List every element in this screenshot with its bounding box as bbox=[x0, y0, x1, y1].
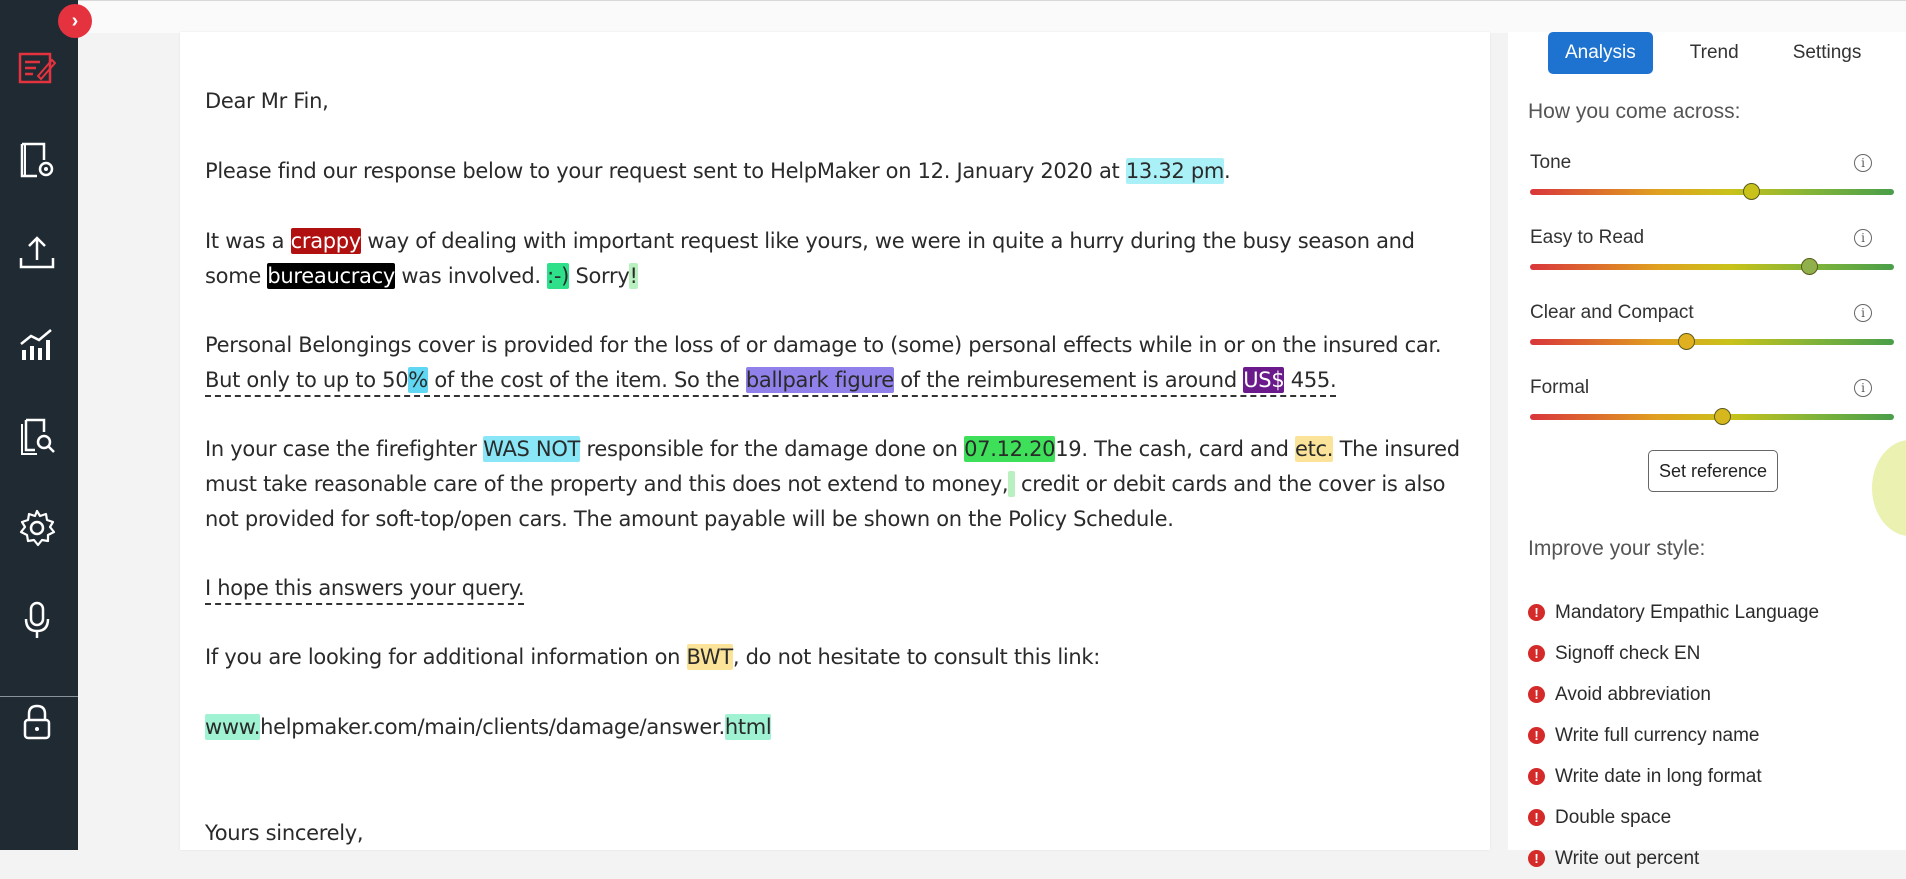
alert-icon: ! bbox=[1528, 604, 1545, 621]
greeting: Dear Mr Fin, bbox=[205, 89, 329, 113]
issue-item[interactable]: ! Double space bbox=[1528, 797, 1819, 838]
underlined-sentence[interactable]: But only to up to 50% of the cost of the… bbox=[205, 367, 1337, 397]
tab-analysis[interactable]: Analysis bbox=[1548, 32, 1653, 74]
metric-label: Tone bbox=[1530, 152, 1572, 173]
highlight-percent[interactable]: % bbox=[408, 367, 428, 393]
highlight-currency[interactable]: US$ bbox=[1243, 367, 1285, 393]
editor-icon[interactable] bbox=[15, 46, 59, 90]
metric-easy-to-read: Easy to Read i bbox=[1530, 227, 1900, 275]
tab-settings[interactable]: Settings bbox=[1776, 32, 1879, 74]
analytics-icon[interactable] bbox=[15, 322, 59, 366]
issue-item[interactable]: ! Mandatory Empathic Language bbox=[1528, 592, 1819, 633]
issue-item[interactable]: ! Write out percent bbox=[1528, 838, 1819, 879]
document-settings-icon[interactable] bbox=[15, 138, 59, 182]
metric-track bbox=[1530, 339, 1894, 345]
paragraph-1: Please find our response below to your r… bbox=[205, 158, 1231, 184]
paragraph-2: It was a crappy way of dealing with impo… bbox=[205, 228, 1415, 289]
collapse-sidebar-button[interactable]: › bbox=[58, 4, 92, 38]
rail-separator bbox=[0, 696, 78, 697]
tab-trend[interactable]: Trend bbox=[1673, 32, 1756, 74]
set-reference-button[interactable]: Set reference bbox=[1648, 450, 1778, 492]
highlight-www[interactable]: www. bbox=[205, 714, 260, 740]
lock-icon[interactable] bbox=[15, 700, 59, 744]
style-issues-list: ! Mandatory Empathic Language ! Signoff ch… bbox=[1528, 592, 1819, 879]
issue-item[interactable]: ! Signoff check EN bbox=[1528, 633, 1819, 674]
highlight-ballpark[interactable]: ballpark figure bbox=[745, 367, 894, 393]
metric-label: Formal bbox=[1530, 377, 1590, 398]
alert-icon: ! bbox=[1528, 727, 1545, 744]
metric-track bbox=[1530, 264, 1894, 270]
highlight-abbreviation[interactable]: BWT bbox=[686, 644, 733, 670]
alert-icon: ! bbox=[1528, 686, 1545, 703]
metric-tone: Tone i bbox=[1530, 152, 1900, 200]
info-icon[interactable]: i bbox=[1854, 229, 1872, 247]
chevron-right-icon: › bbox=[71, 9, 79, 32]
letter-editor[interactable]: Dear Mr Fin, Please find our response be… bbox=[180, 32, 1490, 850]
paragraph-6: If you are looking for additional inform… bbox=[205, 644, 1101, 670]
panel-tabs: Analysis Trend Settings bbox=[1548, 32, 1898, 74]
highlight-emoticon[interactable]: :-) bbox=[547, 263, 569, 289]
document-search-icon[interactable] bbox=[15, 414, 59, 458]
paragraph-4: In your case the firefighter WAS NOT res… bbox=[205, 436, 1460, 531]
info-icon[interactable]: i bbox=[1854, 154, 1872, 172]
metric-knob[interactable] bbox=[1743, 183, 1761, 200]
highlight-html[interactable]: html bbox=[724, 714, 772, 740]
microphone-icon[interactable] bbox=[15, 598, 59, 642]
closing: Yours sincerely, bbox=[205, 821, 364, 845]
come-across-heading: How you come across: bbox=[1528, 100, 1741, 123]
analysis-panel: Analysis Trend Settings How you come acr… bbox=[1508, 32, 1906, 869]
metric-label: Clear and Compact bbox=[1530, 302, 1694, 323]
link-paragraph: www.helpmaker.com/main/clients/damage/an… bbox=[205, 714, 772, 740]
highlight-exclamation[interactable]: ! bbox=[629, 263, 638, 289]
alert-icon: ! bbox=[1528, 850, 1545, 867]
navigation-rail bbox=[0, 0, 78, 850]
paragraph-3: Personal Belongings cover is provided fo… bbox=[205, 328, 1475, 398]
paragraph-5: I hope this answers your query. bbox=[205, 571, 1475, 606]
metric-knob[interactable] bbox=[1677, 333, 1695, 350]
issue-item[interactable]: ! Avoid abbreviation bbox=[1528, 674, 1819, 715]
underlined-signoff[interactable]: I hope this answers your query. bbox=[205, 576, 525, 605]
top-bar bbox=[78, 0, 1906, 33]
highlight-was-not[interactable]: WAS NOT bbox=[483, 436, 580, 462]
settings-gear-icon[interactable] bbox=[15, 506, 59, 550]
info-icon[interactable]: i bbox=[1854, 304, 1872, 322]
highlight-date[interactable]: 07.12.20 bbox=[964, 436, 1056, 462]
metric-clear-compact: Clear and Compact i bbox=[1530, 302, 1900, 350]
metric-knob[interactable] bbox=[1801, 258, 1819, 275]
alert-icon: ! bbox=[1528, 809, 1545, 826]
highlight-bureaucracy[interactable]: bureaucracy bbox=[267, 263, 395, 289]
metric-track bbox=[1530, 414, 1894, 420]
metric-knob[interactable] bbox=[1713, 408, 1731, 425]
alert-icon: ! bbox=[1528, 768, 1545, 785]
alert-icon: ! bbox=[1528, 645, 1545, 662]
metric-label: Easy to Read bbox=[1530, 227, 1645, 248]
metric-track bbox=[1530, 189, 1894, 195]
highlight-crappy[interactable]: crappy bbox=[290, 228, 361, 254]
upload-icon[interactable] bbox=[15, 230, 59, 274]
issue-item[interactable]: ! Write full currency name bbox=[1528, 715, 1819, 756]
improve-style-heading: Improve your style: bbox=[1528, 537, 1706, 560]
highlight-time[interactable]: 13.32 pm bbox=[1125, 158, 1224, 184]
metric-formal: Formal i bbox=[1530, 377, 1900, 425]
highlight-etc[interactable]: etc. bbox=[1295, 436, 1333, 462]
info-icon[interactable]: i bbox=[1854, 379, 1872, 397]
issue-item[interactable]: ! Write date in long format bbox=[1528, 756, 1819, 797]
